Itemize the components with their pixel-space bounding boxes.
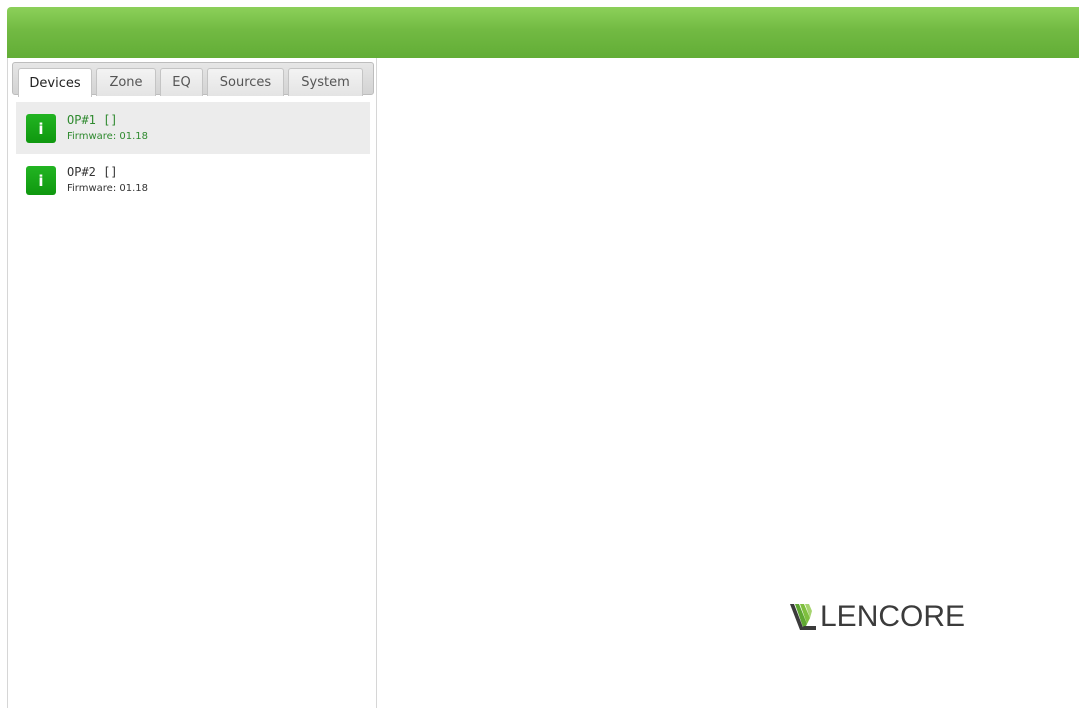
- device-list-item[interactable]: i OP#2 [] Firmware: 01.18: [16, 154, 370, 206]
- device-name: OP#1 []: [67, 113, 118, 127]
- tab-bar: Devices Zone EQ Sources System: [12, 62, 374, 97]
- logo-text: LENCORE: [820, 600, 966, 633]
- header-bar: [7, 7, 1079, 58]
- lencore-logo: LENCORE: [789, 600, 965, 634]
- tab-eq[interactable]: EQ: [160, 68, 203, 96]
- tab-devices[interactable]: Devices: [18, 68, 92, 97]
- tab-zone[interactable]: Zone: [96, 68, 156, 96]
- app-page: Devices Zone EQ Sources System i OP#1 []…: [0, 0, 1079, 708]
- info-icon[interactable]: i: [26, 166, 56, 195]
- device-list-item[interactable]: i OP#1 [] Firmware: 01.18: [16, 102, 370, 154]
- info-icon[interactable]: i: [26, 114, 56, 143]
- tab-sources[interactable]: Sources: [207, 68, 284, 96]
- device-name: OP#2 []: [67, 165, 118, 179]
- device-firmware: Firmware: 01.18: [67, 183, 149, 194]
- lencore-mark-icon: [790, 604, 816, 630]
- device-list: i OP#1 [] Firmware: 01.18 i OP#2 [] Firm…: [16, 102, 370, 206]
- sidebar-panel: Devices Zone EQ Sources System i OP#1 []…: [7, 58, 377, 708]
- device-firmware: Firmware: 01.18: [67, 131, 149, 142]
- tab-system[interactable]: System: [288, 68, 363, 96]
